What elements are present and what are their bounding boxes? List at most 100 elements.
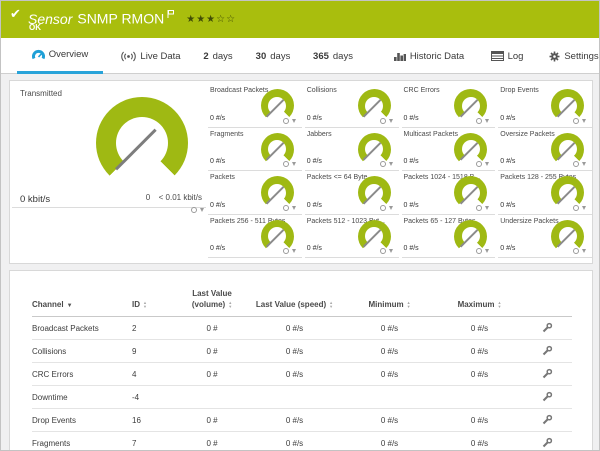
gear-icon[interactable]: [282, 248, 289, 254]
gear-icon[interactable]: [573, 117, 579, 124]
priority-stars: ★★★☆☆: [186, 14, 236, 25]
download-icon[interactable]: [291, 118, 296, 123]
channel-link[interactable]: Downtime: [32, 393, 68, 402]
channel-link[interactable]: Drop Events: [32, 416, 76, 425]
mini-gauge-tile[interactable]: Multicast Packets 0 #/s: [401, 128, 496, 171]
tab-log[interactable]: Log: [485, 38, 529, 74]
page-title: SNMP RMON: [77, 10, 165, 27]
gauge-title: Packets: [210, 174, 235, 181]
download-icon[interactable]: [291, 205, 296, 210]
tab-settings[interactable]: Settings: [547, 38, 599, 74]
gear-icon[interactable]: [573, 204, 579, 211]
mini-gauge-tile[interactable]: Oversize Packets 0 #/s: [498, 128, 592, 171]
star-empty-icon[interactable]: ☆: [216, 14, 226, 25]
gauge-title: Oversize Packets: [500, 130, 555, 138]
mini-gauge-tile[interactable]: Packets 1024 - 1518 B... 0 #/s: [401, 171, 496, 215]
star-filled-icon[interactable]: ★: [196, 14, 206, 25]
gear-icon[interactable]: [379, 161, 386, 167]
col-header-maximum[interactable]: Maximum ▲ ▼: [437, 283, 522, 317]
cell-maximum: 0 #/s: [437, 431, 522, 450]
mini-gauge-tile[interactable]: Fragments 0 #/s: [208, 128, 302, 171]
mini-gauge-tile[interactable]: Jabbers 0 #/s: [304, 128, 399, 171]
tab-number: 2: [203, 50, 209, 62]
tab-number: 365: [313, 50, 329, 62]
cell-id: 9: [132, 339, 177, 363]
channel-settings-wrench-icon[interactable]: [542, 322, 553, 335]
gauge-title: Drop Events: [500, 87, 539, 94]
channel-link[interactable]: Broadcast Packets: [32, 324, 99, 333]
mini-gauge-tile[interactable]: Undersize Packets 0 #/s: [498, 215, 592, 258]
priority-flag-icon[interactable]: [167, 5, 175, 21]
gauge-actions: [476, 161, 490, 167]
sort-icon: ▲ ▼: [406, 299, 411, 309]
download-icon[interactable]: [291, 249, 296, 253]
channel-link[interactable]: Fragments: [32, 439, 70, 448]
gear-icon[interactable]: [282, 161, 289, 167]
tab-overview[interactable]: Overview: [17, 38, 103, 74]
download-icon[interactable]: [485, 162, 490, 166]
mini-gauge-tile[interactable]: Packets 65 - 127 Bytes 0 #/s: [401, 215, 496, 258]
gear-icon[interactable]: [282, 117, 289, 124]
mini-gauge-tile[interactable]: Packets 512 - 1023 Byt... 0 #/s: [304, 215, 399, 258]
tab-label: days: [270, 50, 291, 62]
download-icon[interactable]: [388, 205, 393, 210]
download-icon[interactable]: [485, 249, 490, 253]
channel-link[interactable]: Collisions: [32, 347, 66, 356]
gauge-value: 0 #/s: [403, 158, 419, 165]
mini-gauge-tile[interactable]: Broadcast Packets 0 #/s: [208, 84, 302, 128]
mini-gauge-tile[interactable]: Packets 128 - 255 Bytes 0 #/s: [498, 171, 592, 215]
channel-settings-wrench-icon[interactable]: [542, 391, 553, 404]
col-header-minimum[interactable]: Minimum ▲ ▼: [342, 283, 437, 317]
download-icon[interactable]: [291, 162, 296, 166]
download-icon[interactable]: [485, 118, 490, 123]
gear-icon[interactable]: [476, 248, 483, 254]
gear-icon[interactable]: [573, 248, 579, 254]
gauge-needle: [459, 185, 478, 204]
tab-30-days[interactable]: 30 days: [247, 38, 299, 74]
tab-365-days[interactable]: 365 days: [301, 38, 365, 74]
col-header-last-value-volume[interactable]: Last Value (volume) ▲ ▼: [177, 283, 247, 317]
gear-icon[interactable]: [282, 204, 289, 211]
download-icon[interactable]: [388, 118, 393, 123]
gauge-title: CRC Errors: [403, 87, 440, 94]
gear-icon[interactable]: [379, 204, 386, 211]
channel-settings-wrench-icon[interactable]: [542, 368, 553, 381]
col-header-last-value-speed[interactable]: Last Value (speed) ▲ ▼: [247, 283, 342, 317]
download-icon[interactable]: [388, 162, 393, 166]
col-header-channel[interactable]: Channel ▼: [32, 283, 132, 317]
mini-gauge-tile[interactable]: Packets 0 #/s: [208, 171, 302, 215]
channel-settings-wrench-icon[interactable]: [542, 345, 553, 358]
gear-icon[interactable]: [476, 161, 483, 167]
tab-2-days[interactable]: 2 days: [195, 38, 241, 74]
channel-settings-wrench-icon[interactable]: [542, 414, 553, 427]
main-gauge-tile[interactable]: Transmitted 0 < 0.01 kbit/s 0 kbit/s: [12, 83, 206, 213]
download-icon[interactable]: [388, 249, 393, 253]
star-empty-icon[interactable]: ☆: [226, 14, 236, 25]
download-icon[interactable]: [582, 249, 586, 253]
channel-link[interactable]: CRC Errors: [32, 370, 73, 379]
download-icon[interactable]: [582, 205, 586, 210]
download-icon[interactable]: [582, 118, 586, 123]
star-filled-icon[interactable]: ★: [206, 14, 216, 25]
gear-icon[interactable]: [573, 161, 579, 167]
tab-historic-data[interactable]: Historic Data: [387, 38, 471, 74]
gear-icon[interactable]: [379, 117, 386, 124]
gear-icon[interactable]: [476, 204, 483, 211]
gear-icon[interactable]: [379, 248, 386, 254]
mini-gauge-tile[interactable]: Drop Events 0 #/s: [498, 84, 592, 128]
mini-gauge-tile[interactable]: Packets 256 - 511 Bytes 0 #/s: [208, 215, 302, 258]
gauge-actions: [476, 248, 490, 254]
mini-gauge-tile[interactable]: Collisions 0 #/s: [304, 84, 399, 128]
channel-settings-wrench-icon[interactable]: [542, 437, 553, 450]
download-icon[interactable]: [200, 208, 204, 212]
download-icon[interactable]: [485, 205, 490, 210]
download-icon[interactable]: [582, 162, 586, 166]
tab-live-data[interactable]: Live Data: [109, 38, 193, 74]
col-header-id[interactable]: ID ▲ ▼: [132, 283, 177, 317]
gauge-value: 0 #/s: [403, 114, 419, 122]
gear-icon[interactable]: [191, 207, 197, 213]
mini-gauge-tile[interactable]: Packets <= 64 Byte 0 #/s: [304, 171, 399, 215]
star-filled-icon[interactable]: ★: [186, 14, 196, 25]
gear-icon[interactable]: [476, 117, 483, 124]
mini-gauge-tile[interactable]: CRC Errors 0 #/s: [401, 84, 496, 128]
